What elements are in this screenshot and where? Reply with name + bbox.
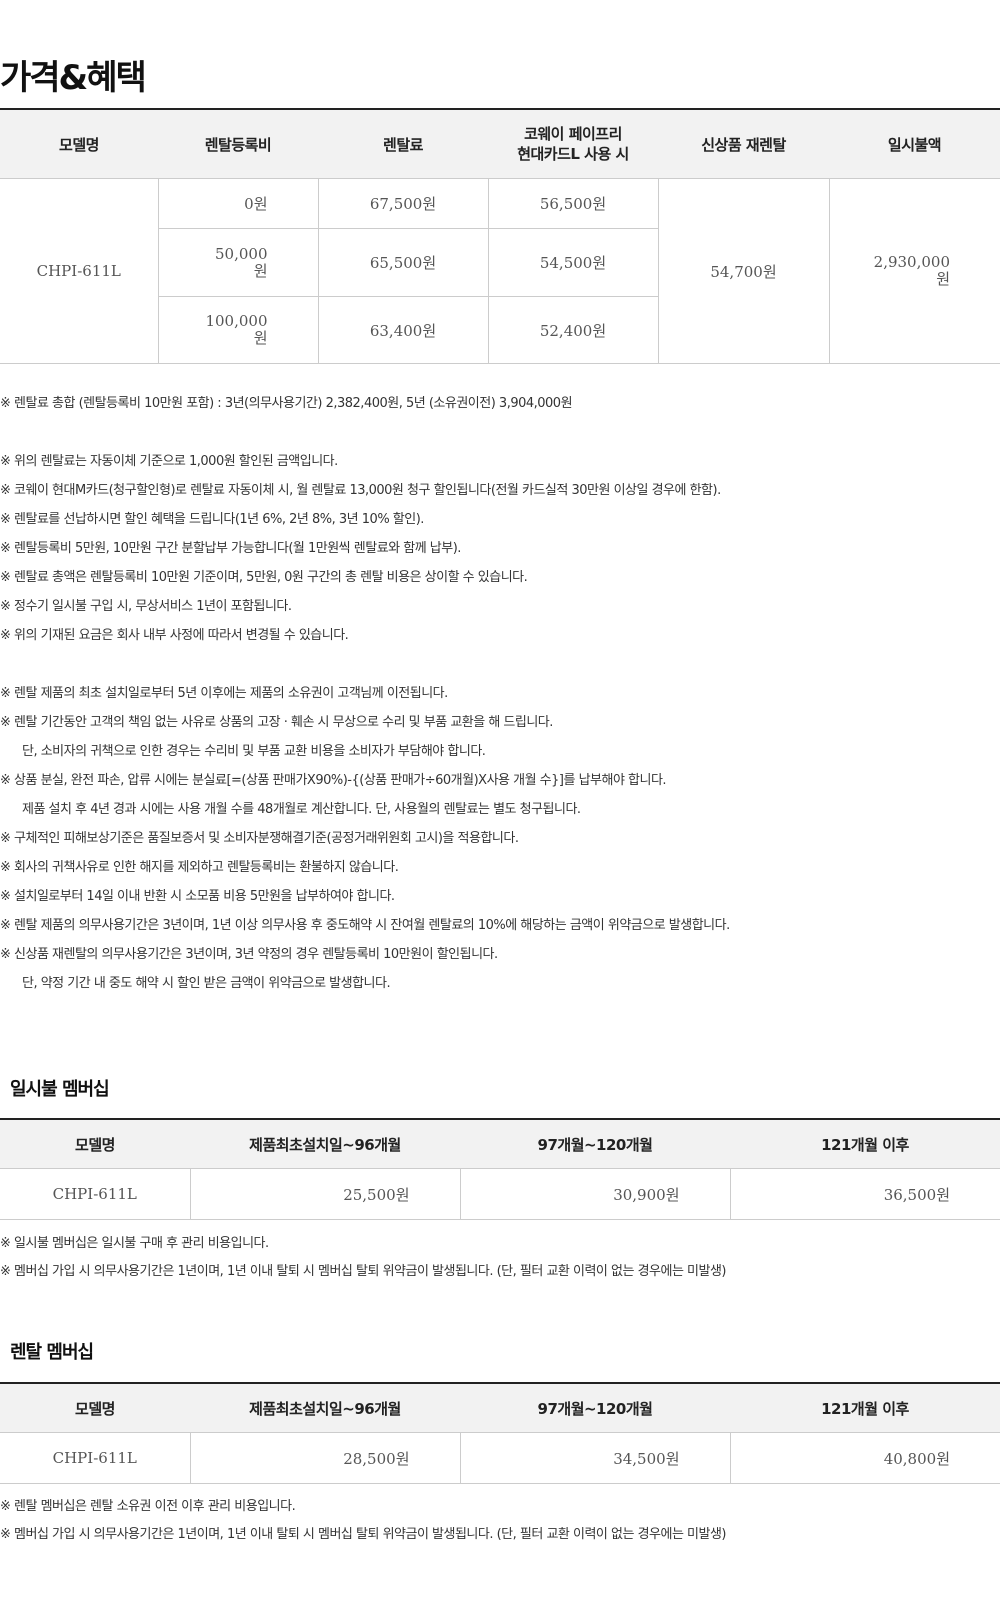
note: ※ 일시불 멤버십은 일시불 구매 후 관리 비용입니다. xyxy=(0,1236,269,1251)
header-re-rental: 신상품 재렌탈 xyxy=(658,108,829,179)
note: ※ 위의 렌탈료는 자동이체 기준으로 1,000원 할인된 금액입니다. xyxy=(0,454,338,469)
rental-membership-table: 모델명 제품최초설치일~96개월 97개월~120개월 121개월 이후 CHP… xyxy=(0,1382,1000,1484)
card-cell: 52,400원 xyxy=(488,296,659,364)
note: 단, 소비자의 귀책으로 인한 경우는 수리비 및 부품 교환 비용을 소비자가… xyxy=(22,744,486,759)
model-name: CHPI-611L xyxy=(0,1432,191,1484)
price-table-header: 모델명 렌탈등록비 렌탈료 코웨이 페이프리 현대카드L 사용 시 신상품 재렌… xyxy=(0,108,1000,179)
price-cell: 28,500원 xyxy=(190,1432,461,1484)
note: 단, 약정 기간 내 중도 해약 시 할인 받은 금액이 위약금으로 발생합니다… xyxy=(22,976,391,991)
rental-membership-title: 렌탈 멤버십 xyxy=(10,1342,94,1363)
note: 제품 설치 후 4년 경과 시에는 사용 개월 수를 48개월로 계산합니다. … xyxy=(22,802,581,817)
header-card: 코웨이 페이프리 현대카드L 사용 시 xyxy=(488,108,658,179)
model-name: CHPI-611L xyxy=(0,1168,191,1220)
note: ※ 멤버십 가입 시 의무사용기간은 1년이며, 1년 이내 탈퇴 시 멤버십 … xyxy=(0,1527,727,1542)
card-cell: 56,500원 xyxy=(488,178,659,229)
re-rental-cell: 54,700원 xyxy=(658,178,830,364)
model-name: CHPI-611L xyxy=(0,178,159,364)
note: ※ 렌탈 제품의 의무사용기간은 3년이며, 1년 이상 의무사용 후 중도해약… xyxy=(0,918,730,933)
note: ※ 정수기 일시불 구입 시, 무상서비스 1년이 포함됩니다. xyxy=(0,599,292,614)
rental-cell: 65,500원 xyxy=(318,228,489,297)
note: ※ 구체적인 피해보상기준은 품질보증서 및 소비자분쟁해결기준(공정거래위원회… xyxy=(0,831,519,846)
notes-list: ※ 렌탈료 총합 (렌탈등록비 10만원 포함) : 3년(의무사용기간) 2,… xyxy=(0,389,730,998)
lump-membership-header: 모델명 제품최초설치일~96개월 97개월~120개월 121개월 이후 xyxy=(0,1118,1000,1169)
lump-membership-title: 일시불 멤버십 xyxy=(10,1079,110,1100)
note-gap xyxy=(0,418,730,447)
page-title: 가격&혜택 xyxy=(0,58,147,98)
note: ※ 멤버십 가입 시 의무사용기간은 1년이며, 1년 이내 탈퇴 시 멤버십 … xyxy=(0,1264,727,1279)
header-rental: 렌탈료 xyxy=(318,108,488,179)
note: ※ 회사의 귀책사유로 인한 해지를 제외하고 렌탈등록비는 환불하지 않습니다… xyxy=(0,860,399,875)
header-lump-sum: 일시불액 xyxy=(829,108,1000,179)
price-cell: 34,500원 xyxy=(460,1432,731,1484)
rental-membership-notes: ※ 렌탈 멤버십은 렌탈 소유권 이전 이후 관리 비용입니다. ※ 멤버십 가… xyxy=(0,1493,727,1549)
header-reg-fee: 렌탈등록비 xyxy=(158,108,318,179)
note: ※ 렌탈료 총액은 렌탈등록비 10만원 기준이며, 5만원, 0원 구간의 총… xyxy=(0,570,528,585)
note: ※ 상품 분실, 완전 파손, 압류 시에는 분실료[=(상품 판매가X90%)… xyxy=(0,773,667,788)
header-period-3: 121개월 이후 xyxy=(730,1118,1000,1169)
price-cell: 40,800원 xyxy=(730,1432,1000,1484)
rental-cell: 63,400원 xyxy=(318,296,489,364)
header-model: 모델명 xyxy=(0,1382,190,1433)
note: ※ 렌탈등록비 5만원, 10만원 구간 분할납부 가능합니다(월 1만원씩 렌… xyxy=(0,541,461,556)
price-cell: 30,900원 xyxy=(460,1168,731,1220)
header-period-1: 제품최초설치일~96개월 xyxy=(190,1118,460,1169)
header-period-3: 121개월 이후 xyxy=(730,1382,1000,1433)
table-row: CHPI-611L 28,500원 34,500원 40,800원 xyxy=(0,1432,1000,1484)
table-row: CHPI-611L 0원 67,500원 56,500원 54,700원 2,9… xyxy=(0,178,1000,364)
header-period-2: 97개월~120개월 xyxy=(460,1118,730,1169)
lump-sum-cell: 2,930,000 원 xyxy=(829,178,1000,364)
reg-fee-cell: 100,000 원 xyxy=(158,296,319,364)
header-model: 모델명 xyxy=(0,108,158,179)
reg-fee-cell: 50,000 원 xyxy=(158,228,319,297)
lump-membership-notes: ※ 일시불 멤버십은 일시불 구매 후 관리 비용입니다. ※ 멤버십 가입 시… xyxy=(0,1230,727,1286)
header-model: 모델명 xyxy=(0,1118,190,1169)
price-cell: 25,500원 xyxy=(190,1168,461,1220)
reg-fee-cell: 0원 xyxy=(158,178,319,229)
note: ※ 렌탈 멤버십은 렌탈 소유권 이전 이후 관리 비용입니다. xyxy=(0,1499,296,1514)
note: ※ 렌탈 기간동안 고객의 책임 없는 사유로 상품의 고장 · 훼손 시 무상… xyxy=(0,715,553,730)
note: ※ 신상품 재렌탈의 의무사용기간은 3년이며, 3년 약정의 경우 렌탈등록비… xyxy=(0,947,498,962)
note: ※ 코웨이 현대M카드(청구할인형)로 렌탈료 자동이체 시, 월 렌탈료 13… xyxy=(0,483,721,498)
note: ※ 렌탈 제품의 최초 설치일로부터 5년 이후에는 제품의 소유권이 고객님께… xyxy=(0,686,448,701)
rental-membership-header: 모델명 제품최초설치일~96개월 97개월~120개월 121개월 이후 xyxy=(0,1382,1000,1433)
note: ※ 설치일로부터 14일 이내 반환 시 소모품 비용 5만원을 납부하여야 합… xyxy=(0,889,395,904)
note: ※ 렌탈료를 선납하시면 할인 혜택을 드립니다(1년 6%, 2년 8%, 3… xyxy=(0,512,424,527)
note: ※ 위의 기재된 요금은 회사 내부 사정에 따라서 변경될 수 있습니다. xyxy=(0,628,349,643)
header-period-2: 97개월~120개월 xyxy=(460,1382,730,1433)
price-cell: 36,500원 xyxy=(730,1168,1000,1220)
rental-cell: 67,500원 xyxy=(318,178,489,229)
note-gap xyxy=(0,650,730,679)
card-cell: 54,500원 xyxy=(488,228,659,297)
lump-membership-table: 모델명 제품최초설치일~96개월 97개월~120개월 121개월 이후 CHP… xyxy=(0,1118,1000,1220)
note: ※ 렌탈료 총합 (렌탈등록비 10만원 포함) : 3년(의무사용기간) 2,… xyxy=(0,396,573,411)
table-row: CHPI-611L 25,500원 30,900원 36,500원 xyxy=(0,1168,1000,1220)
price-table: 모델명 렌탈등록비 렌탈료 코웨이 페이프리 현대카드L 사용 시 신상품 재렌… xyxy=(0,108,1000,364)
header-period-1: 제품최초설치일~96개월 xyxy=(190,1382,460,1433)
